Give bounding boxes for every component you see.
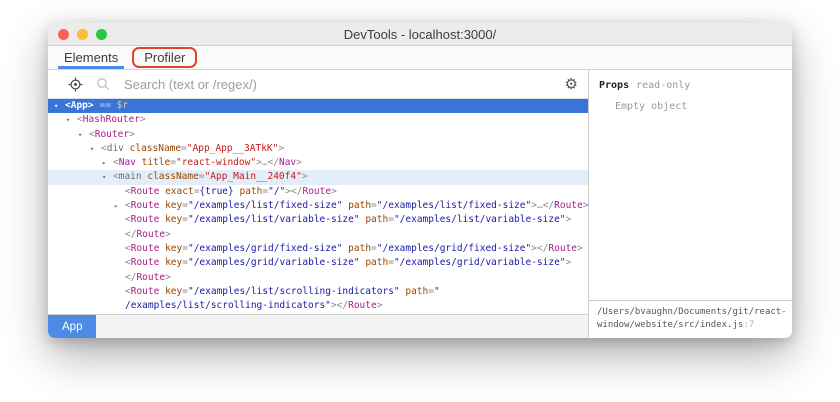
source-location[interactable]: /Users/bvaughn/Documents/git/react-windo… (589, 300, 792, 338)
tree-row[interactable]: ▸ < Nav title = "react-window" >… </Nav > (48, 156, 588, 170)
tree-row[interactable]: /examples/list/scrolling-indicators" > </R… (48, 299, 588, 313)
expander-down-icon[interactable]: ▾ (66, 113, 77, 127)
tree-row[interactable]: < Route key = "/examples/list/variable-size… (48, 213, 588, 227)
tab-bar: Elements Profiler (48, 46, 792, 70)
active-tab-underline (58, 66, 125, 69)
props-empty-text: Empty object (615, 101, 688, 112)
breadcrumb-item-app[interactable]: App (48, 315, 97, 338)
tab-elements[interactable]: Elements (58, 46, 125, 69)
tree-row[interactable]: < Route exact = {true} path = "/" > </Route > (48, 185, 588, 199)
breadcrumb-bar: App (48, 314, 588, 338)
traffic-lights (58, 23, 107, 45)
source-line-number: 7 (748, 320, 755, 330)
tree-row[interactable]: </Route > (48, 271, 588, 285)
tree-row[interactable]: < Route key = "/examples/grid/fixed-size" p… (48, 242, 588, 256)
tab-profiler[interactable]: Profiler (132, 46, 198, 69)
devtools-window: DevTools - localhost:3000/ Elements Prof… (48, 23, 792, 338)
window-title: DevTools - localhost:3000/ (343, 26, 497, 42)
props-panel: Props read-only Empty object (589, 70, 792, 300)
tree-row[interactable]: ▾ <App> == $r (48, 99, 588, 114)
tree-row[interactable]: < Route key = "/examples/grid/variable-size… (48, 256, 588, 270)
search-icon (94, 75, 112, 93)
elements-pane: ⚙ ▾<App> == $r▾<HashRouter>▾<Router>▾<di… (48, 70, 588, 338)
main-content: ⚙ ▾<App> == $r▾<HashRouter>▾<Router>▾<di… (48, 70, 792, 338)
tree-row[interactable]: ▾ < HashRouter > (48, 113, 588, 127)
inspect-element-icon[interactable] (66, 75, 84, 93)
tree-row[interactable]: ▾ < div className = "App_App__3ATkK" > (48, 142, 588, 156)
props-title: Props (599, 80, 630, 91)
expander-right-icon[interactable]: ▸ (114, 199, 125, 213)
source-path: /Users/bvaughn/Documents/git/react-windo… (597, 307, 787, 330)
settings-gear-icon[interactable]: ⚙ (565, 77, 578, 92)
tree-row[interactable]: ▸ < Route key = "/examples/list/fixed-size" … (48, 199, 588, 213)
expander-right-icon[interactable]: ▸ (102, 156, 113, 170)
props-mode-label: read-only (636, 80, 691, 91)
tab-elements-label: Elements (64, 50, 119, 65)
expander-down-icon[interactable]: ▾ (78, 128, 89, 142)
tree-row[interactable]: ▾ < main className = "App_Main__240f4" > (48, 170, 588, 185)
component-tree: ▾ <App> == $r ▾ < HashRouter > ▾ < Router > ▾ < div … (48, 99, 588, 314)
tree-row[interactable]: </Route > (48, 228, 588, 242)
tab-profiler-label: Profiler (144, 50, 186, 65)
close-button[interactable] (58, 28, 69, 40)
search-toolbar: ⚙ (48, 70, 588, 99)
zoom-button[interactable] (96, 28, 107, 40)
details-pane: Props read-only Empty object /Users/bvaug… (589, 70, 792, 338)
expander-down-icon[interactable]: ▾ (54, 99, 65, 113)
expander-down-icon[interactable]: ▾ (90, 142, 101, 156)
expander-down-icon[interactable]: ▾ (102, 170, 113, 184)
titlebar: DevTools - localhost:3000/ (48, 23, 792, 46)
search-input[interactable] (122, 75, 555, 93)
tree-row[interactable]: < Route key = "/examples/list/scrolling-ind… (48, 285, 588, 299)
minimize-button[interactable] (77, 28, 88, 40)
tree-row[interactable]: ▾ < Router > (48, 128, 588, 142)
